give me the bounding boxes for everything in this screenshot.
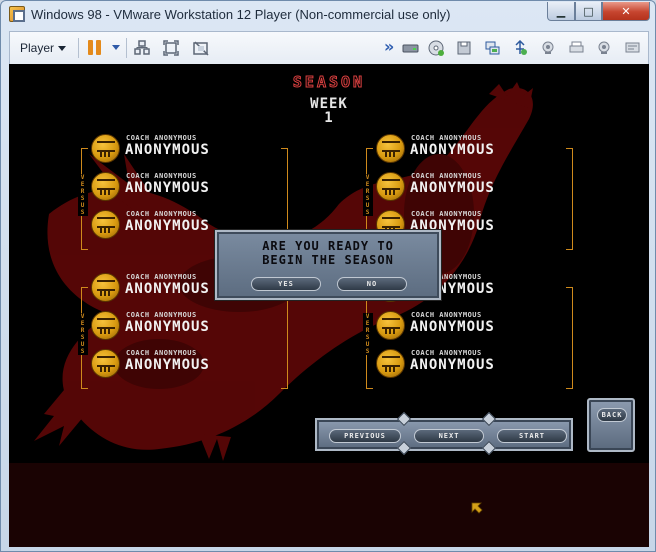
dialog-line-2: BEGIN THE SEASON — [262, 253, 394, 267]
team-helmet-logo-icon — [376, 311, 405, 340]
next-button[interactable]: NEXT — [414, 429, 484, 443]
team-row[interactable]: COACH ANONYMOUS ANONYMOUS — [91, 349, 271, 381]
toolbar-separator — [78, 38, 79, 58]
close-button[interactable]: ✕ — [602, 2, 650, 21]
team-row[interactable]: COACH ANONYMOUS ANONYMOUS — [91, 134, 271, 166]
confirm-dialog: ARE YOU READY TO BEGIN THE SEASON YES NO — [215, 230, 441, 300]
pause-icon[interactable] — [88, 40, 104, 56]
coach-name: COACH ANONYMOUS — [126, 134, 197, 142]
start-button[interactable]: START — [497, 429, 567, 443]
versus-label: VERSUS — [78, 313, 88, 355]
team-helmet-logo-icon — [91, 349, 120, 378]
team-helmet-logo-icon — [376, 349, 405, 378]
team-helmet-logo-icon — [376, 134, 405, 163]
webcam-icon[interactable] — [540, 40, 557, 56]
team-name: ANONYMOUS — [410, 180, 495, 196]
coach-name: COACH ANONYMOUS — [126, 210, 197, 218]
team-helmet-logo-icon — [91, 134, 120, 163]
bracket-right — [566, 148, 573, 250]
team-name: ANONYMOUS — [125, 319, 210, 335]
coach-name: COACH ANONYMOUS — [126, 172, 197, 180]
vmware-toolbar: Player » — [9, 31, 649, 64]
window-title: Windows 98 - VMware Workstation 12 Playe… — [31, 7, 451, 22]
team-name: ANONYMOUS — [125, 281, 210, 297]
mouse-pointer-icon — [471, 502, 483, 514]
team-helmet-logo-icon — [376, 172, 405, 201]
fit-guest-icon[interactable] — [163, 40, 179, 56]
coach-name: COACH ANONYMOUS — [411, 349, 482, 357]
unity-mode-icon[interactable] — [193, 40, 209, 56]
team-row[interactable]: COACH ANONYMOUS ANONYMOUS — [376, 311, 556, 343]
versus-label: VERSUS — [363, 174, 373, 216]
dialog-message: ARE YOU READY TO BEGIN THE SEASON — [217, 239, 439, 267]
team-row[interactable]: COACH ANONYMOUS ANONYMOUS — [376, 172, 556, 204]
coach-name: COACH ANONYMOUS — [126, 311, 197, 319]
week-number: 1 — [324, 110, 334, 126]
send-ctrl-alt-del-icon[interactable] — [134, 40, 150, 56]
team-helmet-logo-icon — [91, 172, 120, 201]
team-helmet-logo-icon — [91, 210, 120, 239]
team-row[interactable]: COACH ANONYMOUS ANONYMOUS — [91, 172, 271, 204]
minimize-button[interactable]: ▁ — [547, 2, 575, 21]
team-row[interactable]: COACH ANONYMOUS ANONYMOUS — [376, 349, 556, 381]
bracket-right — [281, 287, 288, 389]
coach-name: COACH ANONYMOUS — [411, 172, 482, 180]
team-name: ANONYMOUS — [125, 357, 210, 373]
nav-panel: PREVIOUS NEXT START — [315, 418, 573, 451]
guest-screen[interactable]: SEASON WEEK 1 VERSUS COACH ANONYMOUS ANO… — [9, 64, 649, 547]
team-row[interactable]: COACH ANONYMOUS ANONYMOUS — [91, 311, 271, 343]
team-name: ANONYMOUS — [125, 142, 210, 158]
team-helmet-logo-icon — [91, 273, 120, 302]
maximize-button[interactable]: □ — [575, 2, 602, 21]
coach-name: COACH ANONYMOUS — [411, 134, 482, 142]
back-panel: BACK — [587, 398, 635, 452]
team-row[interactable]: COACH ANONYMOUS ANONYMOUS — [376, 134, 556, 166]
player-menu[interactable]: Player — [20, 41, 67, 55]
message-log-icon[interactable] — [624, 40, 641, 56]
coach-name: COACH ANONYMOUS — [126, 349, 197, 357]
vmware-app-icon — [9, 6, 25, 22]
player-menu-label: Player — [20, 41, 55, 55]
team-name: ANONYMOUS — [410, 357, 495, 373]
printer-icon[interactable] — [568, 40, 585, 56]
team-name: ANONYMOUS — [125, 218, 210, 234]
vmware-window: Windows 98 - VMware Workstation 12 Playe… — [0, 0, 656, 552]
toolbar-separator — [126, 38, 127, 58]
title-bar[interactable]: Windows 98 - VMware Workstation 12 Playe… — [1, 1, 655, 29]
team-name: ANONYMOUS — [410, 142, 495, 158]
coach-name: COACH ANONYMOUS — [411, 311, 482, 319]
chevron-down-icon — [58, 45, 67, 51]
cd-drive-icon[interactable] — [428, 40, 445, 56]
webcam-icon[interactable] — [596, 40, 613, 56]
back-button[interactable]: BACK — [597, 408, 627, 422]
coach-name: COACH ANONYMOUS — [411, 210, 482, 218]
yes-button[interactable]: YES — [251, 277, 321, 291]
usb-device-icon[interactable] — [512, 40, 529, 56]
team-helmet-logo-icon — [91, 311, 120, 340]
season-title: SEASON — [292, 73, 366, 92]
hard-disk-icon[interactable] — [402, 40, 419, 56]
more-devices-icon[interactable]: » — [384, 37, 394, 56]
team-name: ANONYMOUS — [410, 319, 495, 335]
versus-label: VERSUS — [363, 313, 373, 355]
previous-button[interactable]: PREVIOUS — [329, 429, 401, 443]
no-button[interactable]: NO — [337, 277, 407, 291]
team-name: ANONYMOUS — [125, 180, 210, 196]
versus-label: VERSUS — [78, 174, 88, 216]
coach-name: COACH ANONYMOUS — [126, 273, 197, 281]
bottom-band — [9, 463, 649, 547]
floppy-icon[interactable] — [456, 40, 473, 56]
dialog-line-1: ARE YOU READY TO — [262, 239, 394, 253]
pause-dropdown-icon[interactable] — [112, 45, 120, 50]
bracket-right — [566, 287, 573, 389]
network-adapter-icon[interactable] — [484, 40, 501, 56]
